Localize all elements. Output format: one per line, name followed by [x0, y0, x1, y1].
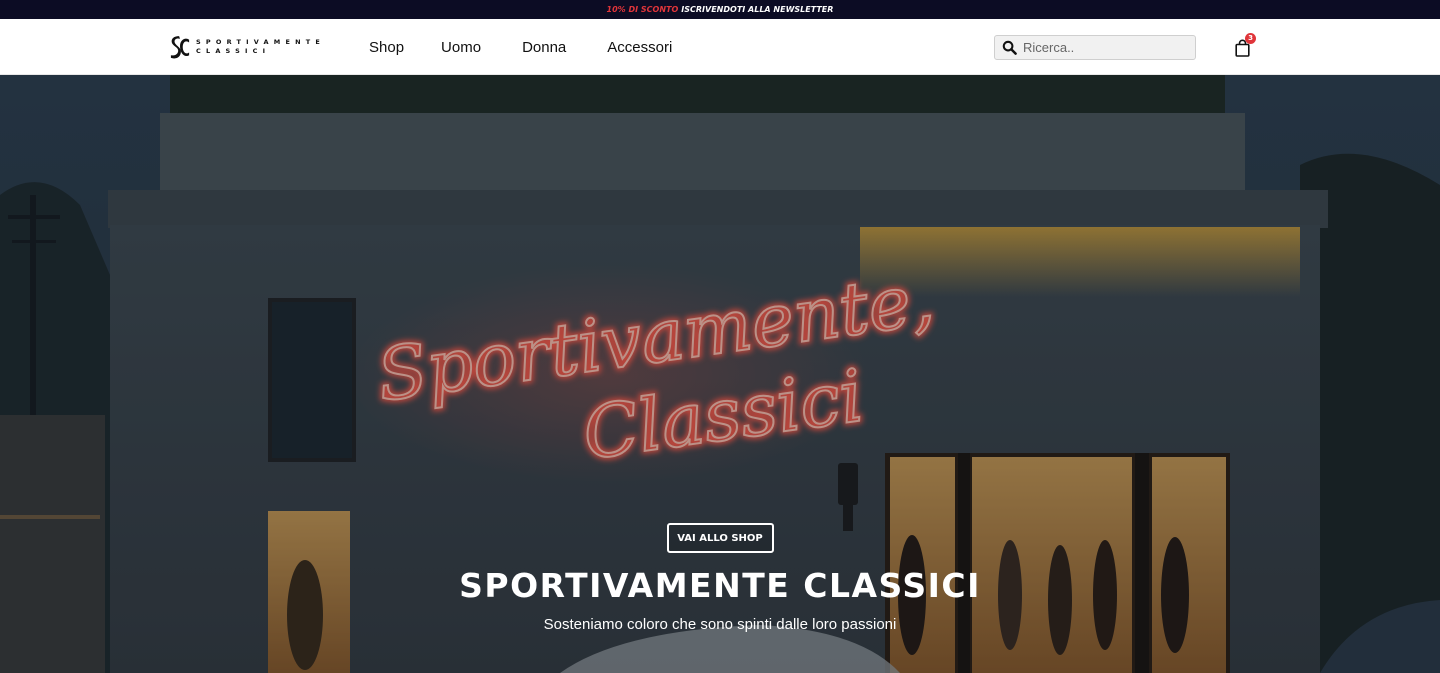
hero-banner: Sportivamente, Sportivamente, Classici C…: [0, 75, 1440, 673]
cart-button[interactable]: 3: [1233, 33, 1256, 58]
nav-item-uomo[interactable]: Uomo: [441, 39, 481, 56]
hero-content: VAI ALLO SHOP SPORTIVAMENTE CLASSICI Sos…: [0, 523, 1440, 635]
search-box[interactable]: [994, 35, 1196, 60]
logo-wordmark: SPORTIVAMENTE CLASSICI: [196, 38, 325, 56]
shop-now-button[interactable]: VAI ALLO SHOP: [666, 523, 774, 553]
search-icon[interactable]: [1002, 40, 1017, 55]
site-logo[interactable]: SPORTIVAMENTE CLASSICI: [170, 33, 325, 61]
logo-line-2: CLASSICI: [196, 47, 271, 55]
nav-item-donna[interactable]: Donna: [522, 39, 566, 56]
announcement-bar[interactable]: 10% DI SCONTO ISCRIVENDOTI ALLA NEWSLETT…: [0, 0, 1440, 19]
nav-item-shop[interactable]: Shop: [369, 39, 404, 56]
hero-subtitle: Sosteniamo coloro che sono spinti dalle …: [543, 616, 897, 633]
logo-mark-icon: [170, 36, 190, 59]
logo-line-1: SPORTIVAMENTE: [196, 38, 325, 46]
cart-count-badge: 3: [1245, 33, 1256, 44]
announcement-promo: 10% DI SCONTO: [606, 5, 679, 14]
site-header: SPORTIVAMENTE CLASSICI Shop Uomo Donna A…: [0, 19, 1440, 75]
announcement-cta[interactable]: ISCRIVENDOTI ALLA NEWSLETTER: [681, 5, 833, 14]
main-nav: Shop Uomo Donna Accessori: [369, 19, 672, 75]
search-input[interactable]: [1023, 40, 1188, 55]
hero-title: SPORTIVAMENTE CLASSICI: [459, 566, 981, 605]
nav-item-accessori[interactable]: Accessori: [607, 39, 672, 56]
